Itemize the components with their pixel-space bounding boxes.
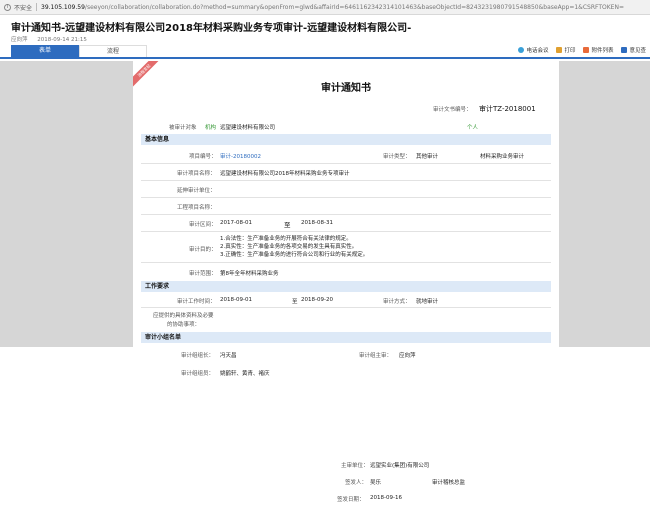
purpose-item: 1.合法性：生产准备业务的开展符合有关法律的规定。	[220, 236, 352, 242]
tab-bar: 表单 流程 电话会议 打印 附件列表 意见查	[0, 45, 650, 59]
chief-label: 审计组主审：	[359, 353, 393, 359]
url-path[interactable]: /seeyon/collaboration/collaboration.do?m…	[85, 4, 624, 11]
doc-no-label: 审计文书编号：	[433, 107, 472, 113]
chief: 应向萍	[399, 353, 416, 359]
purpose-label: 审计目的：	[189, 247, 217, 253]
extension-unit-label: 延伸审计单位：	[177, 188, 216, 194]
author: 应向萍	[11, 37, 28, 43]
method: 就地审计	[416, 299, 439, 305]
audited-person: 个人	[467, 125, 479, 131]
period-label: 审计区间：	[189, 222, 217, 228]
audit-type-value: 材料采购业务审计	[480, 154, 525, 160]
materials-label: 应提供的具体资料及必要	[153, 313, 214, 319]
divider	[141, 163, 551, 164]
url-host[interactable]: 39.105.109.59	[41, 4, 85, 11]
address-bar[interactable]: i 不安全 39.105.109.59 /seeyon/collaboratio…	[0, 0, 650, 15]
section-basic: 基本信息	[141, 134, 551, 145]
project-no-label: 项目编号：	[189, 154, 217, 160]
document-title: 审计通知书	[321, 83, 371, 94]
page-margin-left	[0, 61, 133, 347]
scope-label: 审计范围：	[189, 271, 217, 277]
host-unit-label: 主审单位：	[341, 463, 369, 469]
security-label: 不安全	[14, 4, 33, 12]
attachment-list-button[interactable]: 附件列表	[583, 46, 613, 54]
audited-label: 被审计对象	[169, 125, 197, 131]
work-end: 2018-09-20	[301, 297, 333, 303]
phone-meeting-label: 电话会议	[526, 48, 549, 54]
issue-date-label: 签发日期：	[337, 497, 365, 503]
method-label: 审计方式：	[383, 299, 411, 305]
divider	[141, 307, 551, 308]
comment-view-button[interactable]: 意见查	[621, 46, 646, 54]
members-label: 审计组组员：	[181, 371, 215, 377]
page-header: 审计通知书-远望建设材料有限公司2018年材料采购业务专项审计-远望建设材料有限…	[0, 15, 650, 45]
project-no-link[interactable]: 审计-20180002	[220, 152, 261, 160]
section-team: 审计小组名单	[141, 332, 551, 343]
leader-label: 审计组组长：	[181, 353, 215, 359]
divider	[141, 231, 551, 232]
issuer-label: 签发人：	[345, 480, 368, 486]
attachment-icon	[583, 47, 590, 53]
issuer-title: 审计稽核总监	[432, 480, 466, 486]
tab-flow[interactable]: 流程	[79, 45, 147, 57]
divider	[141, 180, 551, 181]
audit-type: 其他审计	[416, 154, 439, 160]
doc-no: 审计TZ-2018001	[479, 105, 536, 113]
info-icon[interactable]: i	[4, 3, 11, 11]
divider	[141, 262, 551, 263]
divider	[141, 214, 551, 215]
section-work: 工作要求	[141, 281, 551, 292]
engineering-name-label: 工程项目名称：	[177, 205, 216, 211]
members: 姚鹤轩、黄青、褚庆	[220, 371, 270, 377]
divider	[36, 3, 38, 11]
tab-form[interactable]: 表单	[11, 45, 79, 57]
toolbar-actions: 电话会议 打印 附件列表 意见查	[510, 46, 646, 54]
comment-view-label: 意见查	[629, 48, 646, 54]
page-margin-right	[559, 61, 650, 347]
comment-icon	[621, 47, 628, 53]
leader: 冯天昌	[220, 353, 237, 359]
timestamp: 2018-09-14 21:15	[37, 37, 87, 43]
purpose-item: 3.正确性：生产准备业务的进行符合公司和行业的有关规定。	[220, 252, 369, 258]
issue-date: 2018-09-16	[370, 495, 402, 501]
page-meta: 应向萍 2018-09-14 21:15	[11, 35, 95, 43]
project-name: 远望建设材料有限公司2018年材料采购业务专项审计	[220, 171, 350, 177]
purpose-list: 1.合法性：生产准备业务的开展符合有关法律的规定。 2.真实性：生产准备业务的各…	[220, 235, 368, 259]
print-label: 打印	[564, 48, 576, 54]
issuer: 吴乐	[370, 480, 382, 486]
host-unit: 远望实业(集团)有限公司	[370, 463, 430, 469]
work-time-label: 审计工作时间：	[177, 299, 216, 305]
attachment-list-label: 附件列表	[591, 48, 614, 54]
work-start: 2018-09-01	[220, 297, 252, 303]
period-end: 2018-08-31	[301, 220, 333, 226]
purpose-item: 2.真实性：生产准备业务的各项交易的发生具有真实性。	[220, 244, 358, 250]
print-icon	[556, 47, 563, 53]
print-button[interactable]: 打印	[556, 46, 575, 54]
phone-meeting-button[interactable]: 电话会议	[518, 46, 548, 54]
phone-icon	[518, 47, 525, 53]
page-title: 审计通知书-远望建设材料有限公司2018年材料采购业务专项审计-远望建设材料有限…	[11, 23, 412, 34]
audited-value: 远望建设材料有限公司	[220, 125, 276, 131]
divider	[141, 197, 551, 198]
audit-type-label: 审计类型：	[383, 154, 411, 160]
scope: 第8年全年材料采购业务	[220, 271, 279, 277]
period-start: 2017-08-01	[220, 220, 252, 226]
document-paper: 流程发起 审计通知书 审计文书编号： 审计TZ-2018001 被审计对象 机构…	[133, 61, 559, 507]
audited-type: 机构	[205, 125, 217, 131]
materials-label-cont: 的协助事项：	[167, 322, 201, 328]
work-to: 至	[292, 299, 298, 305]
period-to: 至	[284, 221, 291, 229]
project-name-label: 审计项目名称：	[177, 171, 216, 177]
